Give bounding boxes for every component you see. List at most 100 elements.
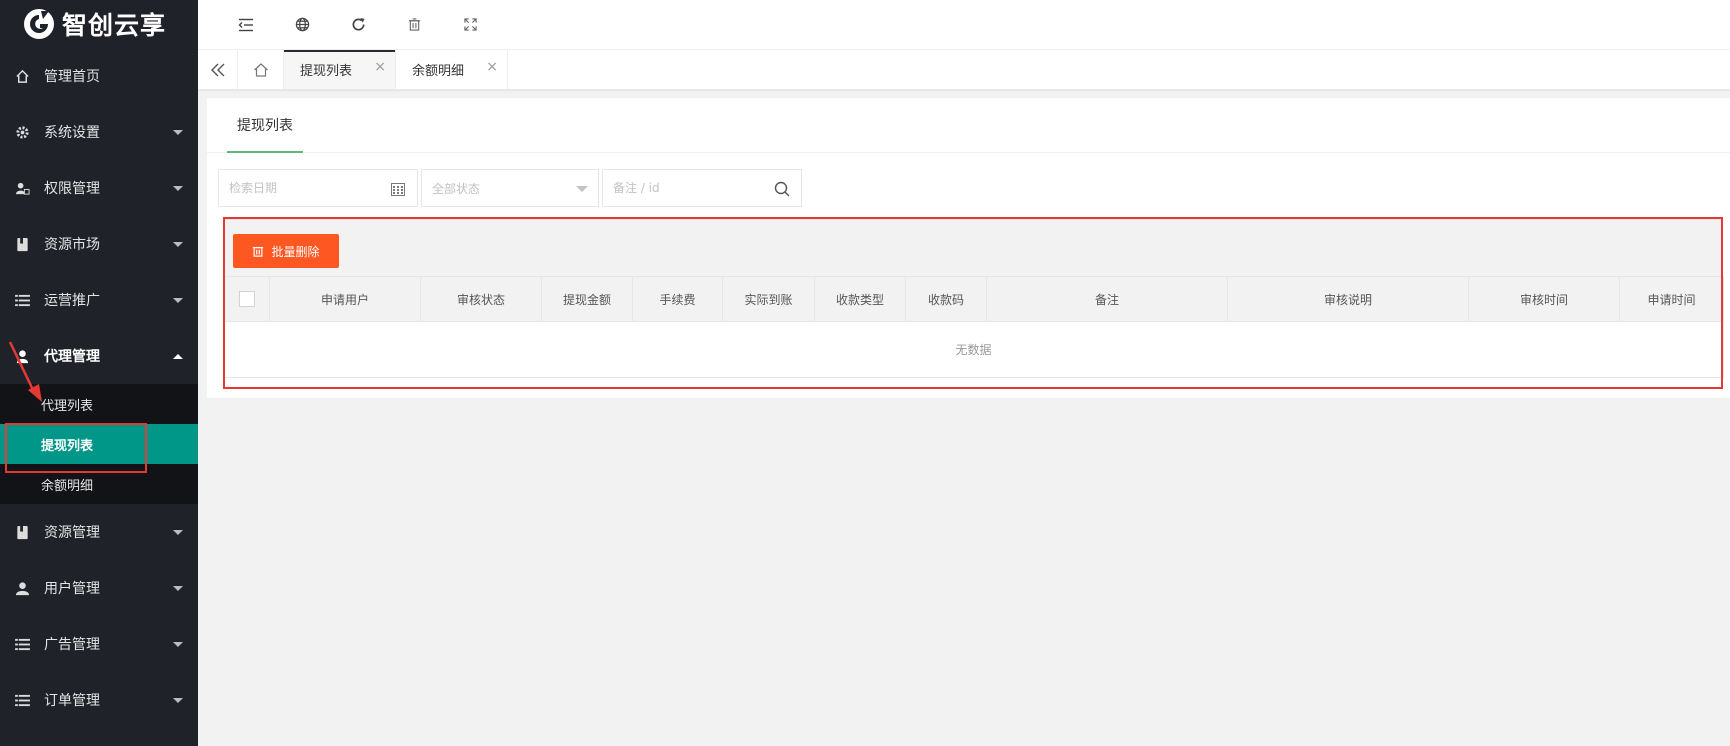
- empty-state-text: 无数据: [223, 321, 1724, 378]
- chevron-down-icon: [173, 586, 183, 591]
- column-header[interactable]: 备注: [986, 276, 1228, 322]
- batch-delete-button[interactable]: 批量删除: [233, 234, 339, 268]
- brand-logo-icon: [24, 9, 54, 39]
- filter-bar: 全部状态: [218, 169, 805, 207]
- close-icon[interactable]: ×: [486, 59, 498, 75]
- withdraw-table: 申请用户 审核状态 提现金额 手续费 实际到账 收款类型 收款码 备注 审核说明…: [223, 276, 1724, 378]
- chevron-down-icon: [173, 530, 183, 535]
- batch-delete-label: 批量删除: [271, 244, 320, 259]
- list-icon: [14, 292, 30, 308]
- fullscreen-icon: [463, 18, 477, 31]
- fullscreen-button[interactable]: [442, 0, 498, 50]
- card-tab-header: 提现列表: [207, 98, 1730, 153]
- top-toolbar: [198, 0, 1730, 50]
- chevron-up-icon: [173, 354, 183, 359]
- search-icon[interactable]: [773, 180, 791, 198]
- globe-icon: [295, 17, 309, 32]
- sidebar-item-order-management[interactable]: 订单管理: [0, 672, 198, 728]
- column-header[interactable]: 收款类型: [814, 276, 906, 322]
- list-icon: [14, 636, 30, 652]
- sidebar-item-marketing[interactable]: 运营推广: [0, 272, 198, 328]
- book-icon: [14, 524, 30, 540]
- sidebar-item-label: 用户管理: [44, 581, 100, 597]
- sidebar-item-label: 资源管理: [44, 525, 100, 541]
- website-button[interactable]: [274, 0, 330, 50]
- sidebar-item-user-management[interactable]: 用户管理: [0, 560, 198, 616]
- sidebar-subitem-label: 余额明细: [41, 478, 94, 494]
- chevron-down-icon: [173, 642, 183, 647]
- sidebar-item-resource-management[interactable]: 资源管理: [0, 504, 198, 560]
- list-icon: [14, 692, 30, 708]
- menu-shrink-button[interactable]: [218, 0, 274, 50]
- column-header[interactable]: 提现金额: [541, 276, 633, 322]
- sidebar-item-resource-market[interactable]: 资源市场: [0, 216, 198, 272]
- sidebar-item-label: 运营推广: [44, 293, 100, 309]
- tab-home[interactable]: [238, 50, 284, 89]
- sidebar-item-label: 权限管理: [44, 181, 100, 197]
- sidebar-subitem-label: 提现列表: [41, 438, 94, 454]
- date-input[interactable]: [219, 170, 417, 206]
- status-select[interactable]: 全部状态: [421, 169, 599, 207]
- calendar-icon: [389, 180, 407, 198]
- trash-icon: [408, 18, 420, 31]
- sidebar-subitem-balance-detail[interactable]: 余额明细: [0, 464, 198, 504]
- tab-withdraw-list[interactable]: 提现列表 ×: [284, 50, 396, 89]
- column-header[interactable]: 手续费: [632, 276, 723, 322]
- sidebar-item-ad-management[interactable]: 广告管理: [0, 616, 198, 672]
- table-header-row: 申请用户 审核状态 提现金额 手续费 实际到账 收款类型 收款码 备注 审核说明…: [223, 276, 1724, 322]
- sidebar-item-label: 订单管理: [44, 693, 100, 709]
- card-tab-withdraw-list[interactable]: 提现列表: [227, 98, 303, 153]
- home-icon: [14, 68, 30, 84]
- menu-shrink-icon: [238, 18, 253, 31]
- select-all-cell[interactable]: [223, 276, 270, 322]
- sidebar-item-system-settings[interactable]: 系统设置: [0, 104, 198, 160]
- column-header[interactable]: 收款码: [905, 276, 987, 322]
- sidebar-item-label: 广告管理: [44, 637, 100, 653]
- search-filter[interactable]: [602, 169, 802, 207]
- date-filter[interactable]: [218, 169, 418, 207]
- column-header[interactable]: 申请用户: [269, 276, 421, 322]
- sidebar-item-permissions[interactable]: 权限管理: [0, 160, 198, 216]
- column-header[interactable]: 实际到账: [722, 276, 815, 322]
- annotation-arrow: [8, 341, 42, 402]
- status-select-value: 全部状态: [432, 181, 481, 196]
- home-icon: [253, 62, 268, 77]
- chevron-down-icon: [576, 186, 588, 192]
- column-header[interactable]: 审核时间: [1468, 276, 1620, 322]
- trash-icon: [253, 246, 264, 257]
- sidebar-item-home[interactable]: 管理首页: [0, 48, 198, 104]
- chevron-down-icon: [173, 186, 183, 191]
- column-header[interactable]: 申请时间: [1619, 276, 1724, 322]
- page-tabs-bar: 提现列表 × 余额明细 ×: [198, 50, 1730, 90]
- chevron-down-icon: [173, 242, 183, 247]
- column-header[interactable]: 审核状态: [420, 276, 542, 322]
- tab-label: 提现列表: [300, 64, 353, 79]
- clear-cache-button[interactable]: [386, 0, 442, 50]
- table-toolbar: 批量删除: [223, 219, 1723, 276]
- tab-balance-detail[interactable]: 余额明细 ×: [396, 50, 508, 89]
- sidebar-item-label: 代理管理: [44, 349, 100, 365]
- user-lock-icon: [14, 180, 30, 196]
- refresh-button[interactable]: [330, 0, 386, 50]
- sidebar-item-label: 系统设置: [44, 125, 100, 141]
- sidebar-item-label: 资源市场: [44, 237, 100, 253]
- close-icon[interactable]: ×: [374, 59, 386, 75]
- sidebar-subitem-withdraw-list[interactable]: 提现列表: [0, 424, 198, 464]
- refresh-icon: [352, 17, 365, 31]
- sidebar-subitem-label: 代理列表: [41, 398, 94, 414]
- search-input[interactable]: [603, 170, 801, 206]
- brand-name: 智创云享: [62, 11, 167, 40]
- gear-icon: [14, 124, 30, 140]
- tab-label: 余额明细: [412, 64, 465, 79]
- double-chevron-left-icon: [210, 63, 224, 76]
- main-card: 提现列表 全部状态 批量删除: [207, 98, 1730, 398]
- chevron-down-icon: [173, 130, 183, 135]
- select-all-checkbox[interactable]: [238, 291, 255, 307]
- book-icon: [14, 236, 30, 252]
- chevron-down-icon: [173, 298, 183, 303]
- sidebar-item-label: 管理首页: [44, 69, 100, 85]
- chevron-down-icon: [173, 698, 183, 703]
- column-header[interactable]: 审核说明: [1227, 276, 1469, 322]
- brand-logo[interactable]: 智创云享: [0, 0, 198, 48]
- tabs-scroll-left-button[interactable]: [198, 50, 238, 89]
